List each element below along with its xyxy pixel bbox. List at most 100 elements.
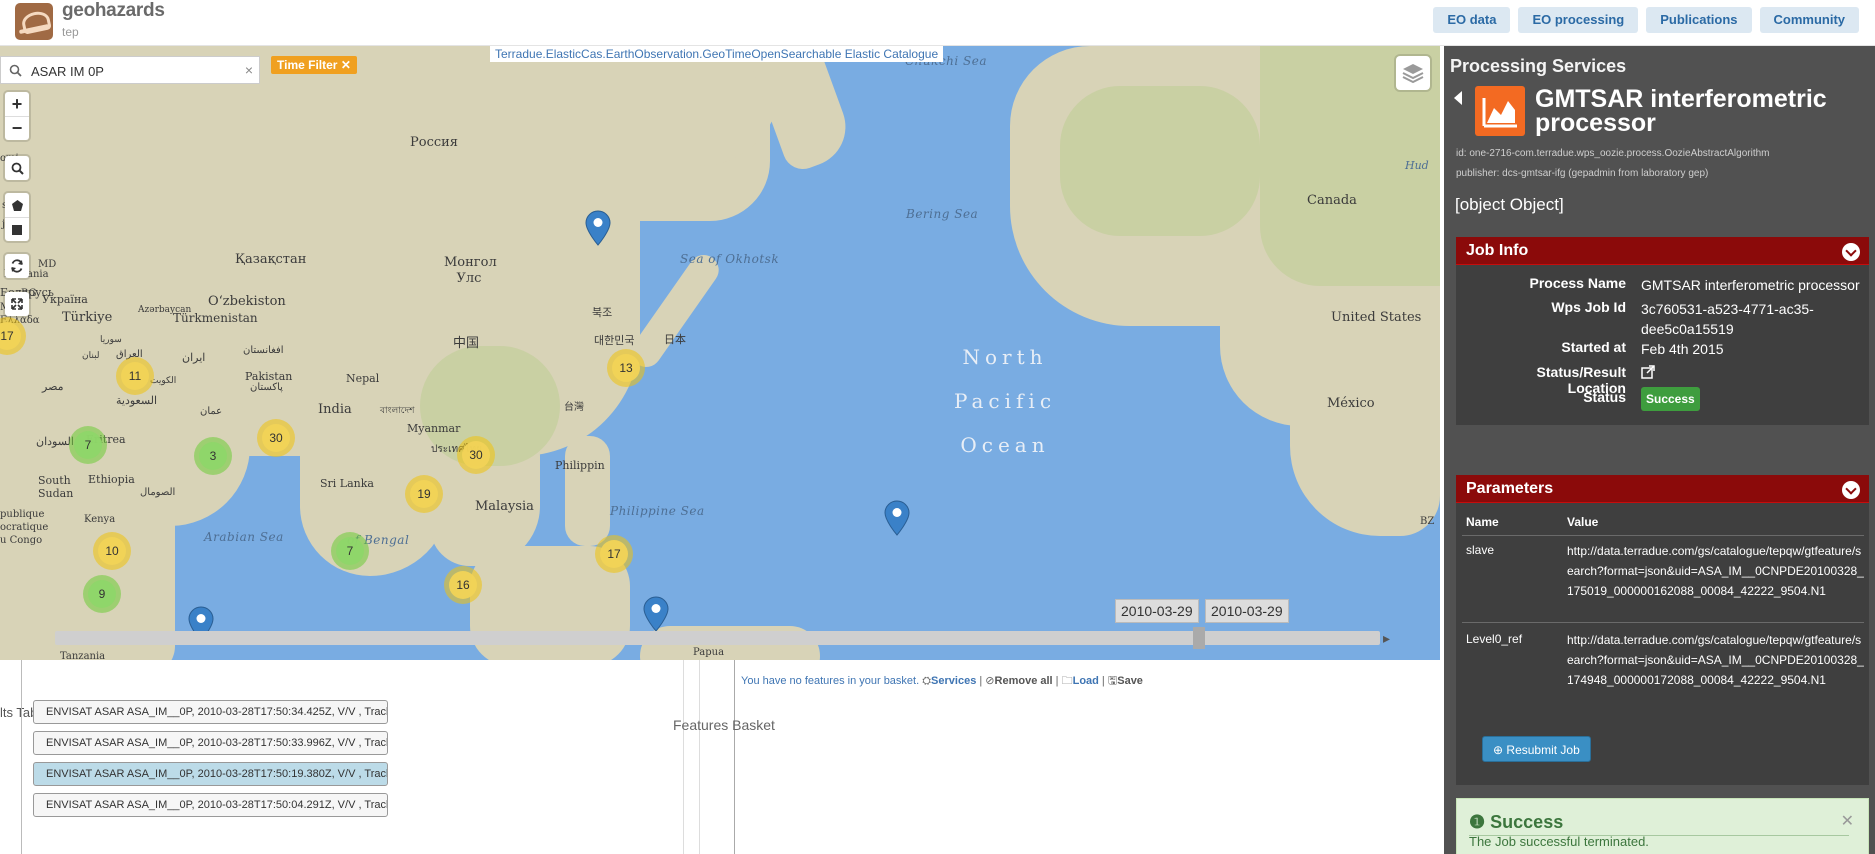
- close-icon[interactable]: ✕: [341, 58, 351, 72]
- map-cluster[interactable]: 9: [83, 575, 121, 613]
- resubmit-job-button[interactable]: ⊕ Resubmit Job: [1482, 736, 1591, 762]
- map-cluster[interactable]: 13: [607, 349, 645, 387]
- refresh-control: [5, 254, 29, 278]
- map-label-ocean-north: North: [962, 345, 1048, 369]
- time-filter-label: Time Filter: [277, 58, 338, 72]
- map-marker-icon[interactable]: [884, 500, 910, 536]
- info-circle-icon: ❶: [1469, 812, 1486, 832]
- chevron-down-icon[interactable]: [1842, 481, 1860, 499]
- map-cluster[interactable]: 16: [444, 566, 482, 604]
- zoom-in-button[interactable]: +: [5, 92, 29, 116]
- basket-save-link[interactable]: Save: [1117, 675, 1143, 687]
- map-cluster[interactable]: 3: [194, 437, 232, 475]
- fullscreen-button[interactable]: [5, 292, 29, 316]
- param-col-value: Value: [1567, 515, 1599, 529]
- map-cluster[interactable]: 7: [331, 532, 369, 570]
- map-label-ocean-pacific: Pacific: [953, 389, 1057, 413]
- map-label-kenya: Kenya: [84, 514, 116, 525]
- time-filter-tag[interactable]: Time Filter ✕: [271, 56, 357, 74]
- map-label-taiwan: 台灣: [564, 402, 584, 413]
- map-label-oman: عمان: [200, 406, 223, 417]
- result-item[interactable]: ENVISAT ASAR ASA_IM__0P, 2010-03-28T17:5…: [33, 700, 388, 724]
- chevron-down-icon[interactable]: [1842, 243, 1860, 261]
- parameters-header[interactable]: Parameters: [1456, 475, 1869, 503]
- map-cluster[interactable]: 10: [93, 532, 131, 570]
- map-marker-icon[interactable]: [643, 596, 669, 632]
- geohazards-logo-icon[interactable]: [15, 3, 53, 40]
- fullscreen-control: [5, 292, 29, 316]
- external-link-icon[interactable]: [1641, 365, 1655, 379]
- search-icon: [9, 64, 22, 77]
- nav-eo-data[interactable]: EO data: [1433, 7, 1511, 33]
- basket-services-link[interactable]: Services: [931, 675, 976, 687]
- job-info-header[interactable]: Job Info: [1456, 237, 1869, 265]
- timeline-slider[interactable]: [55, 631, 1380, 645]
- map-label-congo: ocratique: [0, 522, 49, 533]
- nav-eo-processing[interactable]: EO processing: [1518, 7, 1639, 33]
- brand-name[interactable]: geohazards: [62, 0, 165, 22]
- refresh-button[interactable]: [5, 254, 29, 278]
- map-label-canada: Canada: [1307, 193, 1357, 208]
- basket-load-link[interactable]: Load: [1073, 675, 1099, 687]
- map-view[interactable]: Россия Қазақстан Монгол Улс O‘zbekiston …: [0, 46, 1440, 660]
- clear-search-icon[interactable]: ×: [245, 62, 253, 78]
- search-area-button[interactable]: [5, 156, 29, 180]
- close-icon[interactable]: ✕: [1841, 811, 1854, 831]
- map-cluster-count: 30: [262, 424, 290, 452]
- map-label-srilanka: Sri Lanka: [320, 477, 374, 490]
- map-label-mexico: México: [1327, 396, 1375, 411]
- map-search-box: ×: [0, 56, 260, 84]
- map-cluster[interactable]: 19: [405, 475, 443, 513]
- map-cluster[interactable]: 30: [257, 419, 295, 457]
- top-header: geohazards tep EO data EO processing Pub…: [0, 0, 1875, 46]
- app-chart-icon: [1475, 86, 1525, 136]
- draw-polygon-button[interactable]: [5, 193, 29, 217]
- land-philippines: [565, 436, 610, 546]
- result-item-selected[interactable]: ENVISAT ASAR ASA_IM__0P, 2010-03-28T17:5…: [33, 762, 388, 786]
- result-location-link[interactable]: [1641, 364, 1866, 384]
- map-label-bz: BZ: [1420, 516, 1435, 527]
- timeline-next-icon[interactable]: ▸: [1383, 630, 1390, 647]
- map-label-myanmar: Myanmar: [407, 422, 461, 435]
- map-cluster-count: 9: [88, 580, 116, 608]
- back-icon[interactable]: [1454, 91, 1462, 105]
- draw-rectangle-button[interactable]: [5, 217, 29, 241]
- map-cluster[interactable]: 7: [69, 426, 107, 464]
- map-cluster-count: 17: [0, 322, 21, 350]
- map-label-usa: United States: [1331, 310, 1422, 325]
- nav-community[interactable]: Community: [1759, 7, 1859, 33]
- map-marker-icon[interactable]: [585, 210, 611, 246]
- job-info-title: Job Info: [1466, 242, 1529, 259]
- param-name: Level0_ref: [1466, 632, 1523, 646]
- map-cluster[interactable]: 11: [116, 357, 154, 395]
- layers-button[interactable]: [1396, 56, 1430, 90]
- catalog-source-link[interactable]: Terradue.ElasticCas.EarthObservation.Geo…: [490, 46, 944, 62]
- map-label-nkorea: 북조: [592, 306, 613, 319]
- map-cluster[interactable]: 30: [457, 436, 495, 474]
- map-search-input[interactable]: [31, 61, 231, 81]
- label: Process Name: [1529, 275, 1626, 291]
- land-japan: [625, 249, 725, 373]
- nav-publications[interactable]: Publications: [1646, 7, 1752, 33]
- panel-splitter[interactable]: [699, 660, 700, 854]
- panel-splitter[interactable]: [683, 660, 684, 854]
- result-item[interactable]: ENVISAT ASAR ASA_IM__0P, 2010-03-28T17:5…: [33, 731, 388, 755]
- map-label-somalia: الصومال: [140, 487, 176, 498]
- results-divider: [21, 660, 22, 854]
- map-cluster-count: 7: [74, 431, 102, 459]
- main-nav: EO data EO processing Publications Commu…: [1433, 7, 1859, 33]
- map-cluster-count: 7: [336, 537, 364, 565]
- result-item[interactable]: ENVISAT ASAR ASA_IM__0P, 2010-03-28T17:5…: [33, 793, 388, 817]
- app-root: geohazards tep EO data EO processing Pub…: [0, 0, 1875, 854]
- map-cluster[interactable]: 17: [595, 535, 633, 573]
- zoom-out-button[interactable]: −: [5, 116, 29, 140]
- expand-icon: [11, 298, 23, 310]
- features-basket-label: Features Basket: [673, 717, 775, 733]
- object-text: [object Object]: [1455, 195, 1564, 214]
- status-badge: Success: [1641, 387, 1700, 411]
- map-label-ocean-ocean: Ocean: [960, 433, 1050, 457]
- basket-remove-all-link[interactable]: Remove all: [995, 675, 1053, 687]
- land-siberia-east: [560, 46, 780, 166]
- map-label-india: India: [318, 402, 352, 417]
- timeline-slider-handle[interactable]: [1193, 627, 1205, 649]
